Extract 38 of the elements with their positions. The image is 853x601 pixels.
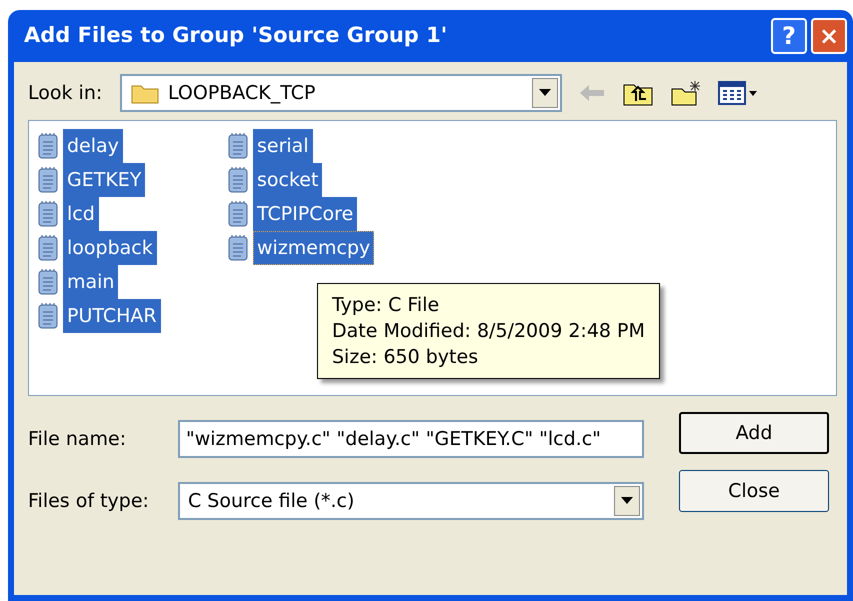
- tooltip-line: Type: C File: [332, 293, 440, 318]
- look-in-dropdown[interactable]: LOOPBACK_TCP: [120, 74, 562, 112]
- file-type-label: Files of type:: [28, 488, 150, 514]
- file-item[interactable]: TCPIPCore: [253, 197, 358, 231]
- file-name-field[interactable]: "wizmemcpy.c" "delay.c" "GETKEY.C" "lcd.c": [178, 420, 644, 458]
- dialog-button[interactable]: Close: [679, 470, 829, 512]
- document-icon: [227, 200, 249, 228]
- folder-name: LOOPBACK_TCP: [167, 80, 316, 106]
- document-icon: [227, 234, 249, 262]
- document-icon: [227, 132, 249, 160]
- file-name-label: File name:: [28, 426, 128, 452]
- document-icon: [37, 200, 59, 228]
- close-button[interactable]: ×: [811, 18, 847, 54]
- file-item[interactable]: PUTCHAR: [63, 299, 161, 333]
- tooltip-line: Date Modified: 8/5/2009 2:48 PM: [332, 319, 645, 344]
- document-icon: [227, 166, 249, 194]
- document-icon: [37, 268, 59, 296]
- help-button[interactable]: ?: [771, 18, 807, 54]
- file-item[interactable]: serial: [253, 129, 313, 163]
- file-item[interactable]: delay: [63, 129, 123, 163]
- file-item[interactable]: lcd: [63, 197, 99, 231]
- file-item[interactable]: main: [63, 265, 118, 299]
- file-type-value: C Source file (*.c): [187, 488, 356, 514]
- file-item[interactable]: loopback: [63, 231, 157, 265]
- file-type-dropdown[interactable]: C Source file (*.c): [178, 482, 644, 520]
- document-icon: [37, 234, 59, 262]
- look-in-label: Look in:: [28, 80, 104, 106]
- view-menu-icon[interactable]: [718, 80, 760, 106]
- window-title: Add Files to Group 'Source Group 1': [24, 22, 448, 50]
- tooltip-line: Size: 650 bytes: [332, 345, 480, 370]
- new-folder-icon[interactable]: [670, 79, 702, 107]
- file-item[interactable]: socket: [253, 163, 322, 197]
- file-item[interactable]: wizmemcpy: [253, 231, 374, 265]
- document-icon: [37, 132, 59, 160]
- file-item[interactable]: GETKEY: [63, 163, 146, 197]
- document-icon: [37, 166, 59, 194]
- document-icon: [37, 302, 59, 330]
- dialog-button[interactable]: Add: [679, 412, 829, 454]
